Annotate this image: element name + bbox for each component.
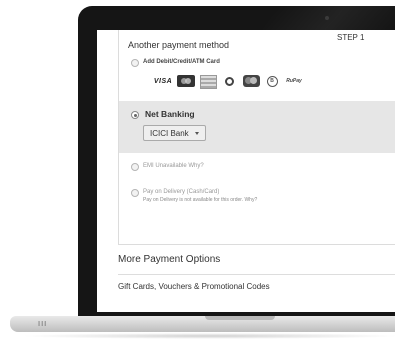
camera-icon <box>325 16 329 20</box>
chevron-down-icon <box>195 132 199 135</box>
netbanking-label[interactable]: Net Banking <box>145 109 195 119</box>
laptop-ports: III <box>38 320 48 328</box>
bank-select[interactable]: ICICI Bank <box>143 125 206 141</box>
netbanking-radio[interactable] <box>131 111 139 119</box>
bank-select-value: ICICI Bank <box>150 128 189 138</box>
payment-methods-card: STEP 1 Another payment method Add Debit/… <box>118 30 395 245</box>
emi-radio <box>131 163 139 171</box>
laptop-screen: STEP 1 Another payment method Add Debit/… <box>97 30 395 312</box>
diners-club-icon <box>221 75 237 87</box>
amex-icon: B <box>266 75 278 87</box>
generic-card-icon <box>200 75 217 89</box>
cod-radio <box>131 189 139 197</box>
divider <box>118 274 395 275</box>
netbanking-option[interactable]: Net Banking ICICI Bank <box>119 101 395 153</box>
gift-cards-link[interactable]: Gift Cards, Vouchers & Promotional Codes <box>118 282 270 291</box>
cod-label: Pay on Delivery (Cash/Card) <box>143 189 220 195</box>
card-option-radio[interactable] <box>131 59 139 67</box>
maestro-icon <box>243 75 260 87</box>
step-label: STEP 1 <box>337 33 365 42</box>
laptop-base <box>10 316 395 332</box>
laptop-notch <box>205 316 275 320</box>
more-payment-options-title[interactable]: More Payment Options <box>118 254 220 265</box>
mastercard-icon <box>177 75 195 87</box>
section-title: Another payment method <box>128 40 230 50</box>
emi-label: EMI Unavailable Why? <box>143 163 204 169</box>
laptop-shadow <box>20 333 395 339</box>
cod-note: Pay on Delivery is not available for thi… <box>143 197 258 203</box>
card-option-label[interactable]: Add Debit/Credit/ATM Card <box>143 59 220 65</box>
rupay-logo: RuPay <box>286 78 302 84</box>
visa-logo: VISA <box>153 77 173 85</box>
laptop-mockup: STEP 1 Another payment method Add Debit/… <box>0 0 395 351</box>
